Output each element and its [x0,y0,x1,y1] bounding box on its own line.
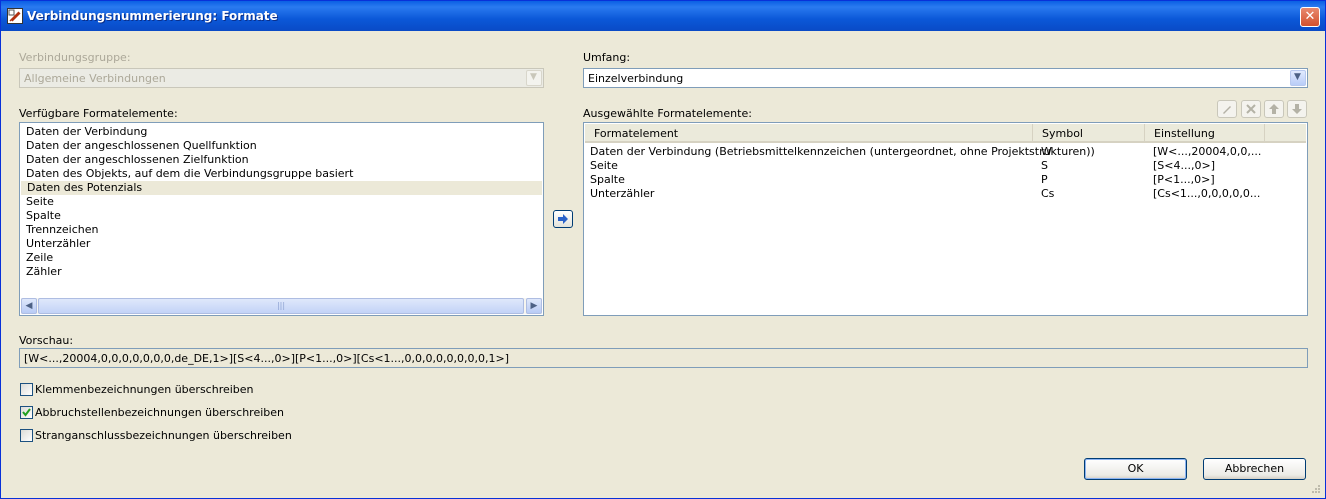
scope-label: Umfang: [583,51,630,64]
delete-icon [1246,104,1256,114]
cancel-button[interactable]: Abbrechen [1203,458,1306,480]
dialog-window: Verbindungsnummerierung: Formate ✕ Verbi… [0,0,1326,499]
overwrite-strand-label[interactable]: Stranganschlussbezeichnungen überschreib… [35,429,292,442]
preview-label: Vorschau: [19,334,74,347]
resize-grip-icon[interactable] [1311,484,1321,494]
table-cell-setting[interactable]: [W<...,20004,0,0,... [1153,145,1261,159]
list-item[interactable]: Trennzeichen [26,223,98,237]
app-icon [7,8,23,24]
pencil-icon [1223,106,1231,114]
list-item[interactable]: Zeile [26,251,53,265]
close-button[interactable]: ✕ [1300,7,1320,27]
connection-group-select[interactable]: Allgemeine Verbindungen ▼ [19,68,544,88]
overwrite-interruption-checkbox[interactable] [20,406,33,419]
table-cell-element[interactable]: Daten der Verbindung (Betriebsmittelkenn… [590,145,1095,159]
list-item[interactable]: Seite [26,195,54,209]
table-cell-element[interactable]: Seite [590,159,618,173]
table-cell-symbol[interactable]: W [1041,145,1052,159]
table-cell-setting[interactable]: [P<1...,0>] [1153,173,1215,187]
chevron-down-icon[interactable]: ▼ [526,70,542,86]
selected-elements-table[interactable]: Formatelement Symbol Einstellung Daten d… [583,122,1308,316]
scroll-right-icon[interactable]: ▶ [526,298,542,314]
list-item[interactable]: Spalte [26,209,61,223]
column-header-symbol[interactable]: Symbol [1033,124,1145,143]
list-item[interactable]: Daten der angeschlossenen Quellfunktion [26,139,257,153]
chevron-down-icon[interactable]: ▼ [1290,70,1306,86]
overwrite-terminal-label[interactable]: Klemmenbezeichnungen überschreiben [35,383,254,396]
edit-button[interactable] [1217,100,1237,118]
list-item[interactable]: Daten der Verbindung [26,125,147,139]
overwrite-interruption-label[interactable]: Abbruchstellenbezeichnungen überschreibe… [35,406,284,419]
horizontal-scrollbar[interactable]: ◀ ||| ▶ [21,298,542,314]
table-cell-setting[interactable]: [Cs<1...,0,0,0,0,0... [1153,187,1260,201]
arrow-right-icon [558,214,568,224]
column-header-filler [1265,124,1306,143]
column-header-setting[interactable]: Einstellung [1145,124,1265,143]
scope-select[interactable]: Einzelverbindung ▼ [583,68,1308,88]
ok-button[interactable]: OK [1084,458,1187,480]
scope-label-text: Umfang: [583,51,631,64]
window-title: Verbindungsnummerierung: Formate [27,9,278,23]
list-item-selected[interactable]: Daten des Potenzials [21,181,542,195]
overwrite-terminal-checkbox[interactable] [20,383,33,396]
table-cell-setting[interactable]: [S<4...,0>] [1153,159,1215,173]
move-up-button[interactable] [1264,100,1284,118]
connection-group-label: Verbindungsgruppe: [19,51,131,64]
table-cell-symbol[interactable]: P [1041,173,1048,187]
checkmark-icon [22,408,31,417]
list-item[interactable]: Daten des Objekts, auf dem die Verbindun… [26,167,353,181]
arrow-down-icon [1292,104,1302,114]
preview-value: [W<...,20004,0,0,0,0,0,0,0,de_DE,1>][S<4… [24,352,509,365]
arrow-up-icon [1269,104,1279,114]
scroll-thumb[interactable]: ||| [38,298,524,314]
table-cell-element[interactable]: Spalte [590,173,625,187]
title-bar: Verbindungsnummerierung: Formate ✕ [1,1,1325,31]
connection-group-value: Allgemeine Verbindungen [24,72,166,85]
overwrite-strand-checkbox[interactable] [20,429,33,442]
add-element-button[interactable] [553,210,573,228]
connection-group-label-text: Verbindungsgruppe: [19,51,131,64]
table-cell-symbol[interactable]: S [1041,159,1048,173]
table-cell-element[interactable]: Unterzähler [590,187,654,201]
scope-value: Einzelverbindung [588,72,684,85]
move-down-button[interactable] [1287,100,1307,118]
list-item[interactable]: Daten der angeschlossenen Zielfunktion [26,153,249,167]
selected-elements-label: Ausgewählte Formatelemente: [583,107,752,120]
scroll-left-icon[interactable]: ◀ [21,298,37,314]
preview-field: [W<...,20004,0,0,0,0,0,0,0,de_DE,1>][S<4… [19,348,1308,368]
available-elements-list[interactable]: Daten der Verbindung Daten der angeschlo… [19,122,544,316]
delete-button[interactable] [1241,100,1261,118]
list-item[interactable]: Zähler [26,265,62,279]
table-cell-symbol[interactable]: Cs [1041,187,1054,201]
list-item[interactable]: Unterzähler [26,237,90,251]
column-header-element[interactable]: Formatelement [585,124,1033,143]
available-elements-label: Verfügbare Formatelemente: [19,107,178,120]
